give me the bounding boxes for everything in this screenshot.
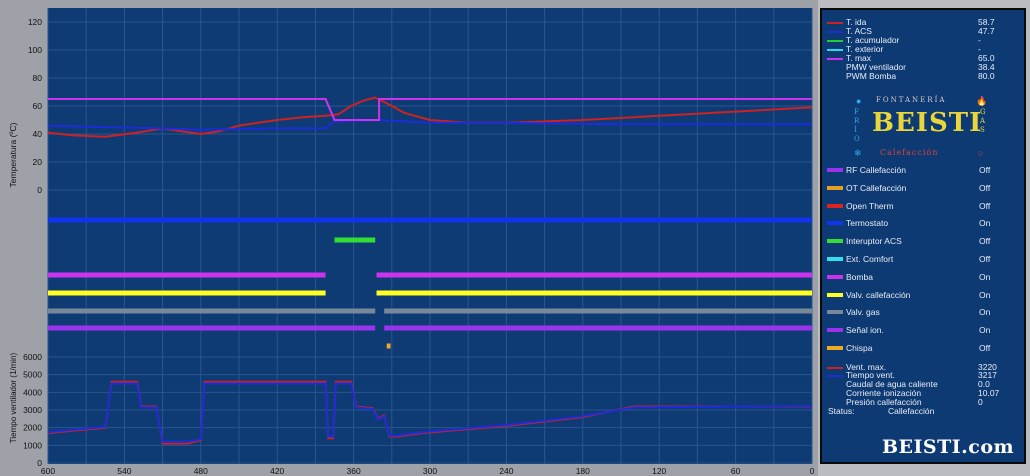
- logo-main-text: BEISTI: [872, 108, 983, 138]
- logo-bottom-text: Calefacción: [880, 148, 939, 157]
- logo-top-text: FONTANERÍA: [876, 96, 947, 104]
- vent-max-swatch: [827, 367, 843, 369]
- drop-icon: ●: [856, 96, 862, 106]
- fan-tick-label: 5000: [23, 370, 42, 380]
- legend-swatch: [827, 49, 843, 51]
- digital-value: On: [979, 325, 991, 336]
- tiempo-vent-swatch: [827, 375, 843, 377]
- temperature-tick-label: 60: [33, 101, 43, 111]
- temperature-tick-label: 20: [33, 157, 43, 167]
- digital-bar-interuptor-acs: [334, 237, 376, 243]
- digital-bar-valv-callefacci-n: [376, 290, 812, 296]
- digital-swatch: [827, 257, 843, 261]
- digital-swatch: [827, 203, 843, 208]
- digital-value: Off: [979, 236, 991, 247]
- digital-label: Open Therm: [846, 200, 894, 211]
- digital-swatch: [827, 346, 843, 350]
- fan-tick-label: 6000: [23, 352, 42, 362]
- digital-bar-valv-gas: [384, 308, 812, 314]
- digital-value: Off: [979, 182, 991, 193]
- logo-right-text: GAS: [980, 108, 986, 134]
- legend-swatch: [827, 58, 843, 60]
- digital-bar-valv-callefacci-n: [48, 290, 326, 296]
- temperature-tick-label: 100: [28, 45, 42, 55]
- legend-swatch: [827, 31, 843, 33]
- digital-bar-se-al-ion-: [48, 325, 376, 331]
- digital-label: Ext. Comfort: [846, 254, 894, 264]
- digital-swatch: [827, 239, 843, 244]
- x-tick-label: 360: [347, 466, 361, 476]
- legend-swatch: [827, 40, 843, 42]
- temperature-tick-label: 120: [28, 17, 42, 27]
- sun-icon: ○: [978, 148, 984, 158]
- legend-panel: T. ida 58.7 T. ACS 47.7 T. acumulador - T. ext…: [820, 8, 1026, 464]
- digital-value: Off: [979, 254, 991, 264]
- digital-label: RF Callefacción: [846, 165, 906, 175]
- x-tick-label: 600: [41, 466, 55, 476]
- digital-bar-se-al-ion-: [384, 325, 812, 331]
- digital-swatch: [827, 292, 843, 297]
- digital-bar-valv-gas: [48, 308, 376, 314]
- temperature-axis-label: Temperatura (ºC): [8, 122, 18, 187]
- x-tick-label: 0: [810, 466, 815, 476]
- digital-swatch: [827, 185, 843, 190]
- x-tick-label: 300: [423, 466, 437, 476]
- x-tick-label: 540: [117, 466, 131, 476]
- fan-tick-label: 4000: [23, 387, 42, 397]
- legend-label: PWM Bomba: [846, 71, 897, 81]
- digital-swatch: [827, 328, 843, 333]
- status-label: Status:: [828, 406, 855, 416]
- digital-label: Termostato: [846, 218, 889, 229]
- digital-label: Señal ion.: [846, 325, 884, 336]
- digital-swatch: [827, 274, 843, 279]
- legend-value: 80.0: [978, 71, 995, 81]
- digital-value: Off: [979, 200, 991, 211]
- beisti-logo: FONTANERÍA FRÍO BEISTI GAS Calefacción 🔥…: [852, 94, 992, 164]
- digital-swatch: [827, 310, 843, 315]
- digital-label: OT Callefacción: [846, 182, 907, 193]
- digital-bar-bomba: [48, 272, 326, 278]
- x-tick-label: 120: [652, 466, 666, 476]
- digital-swatch: [827, 168, 843, 172]
- digital-swatch: [827, 221, 843, 226]
- presion-value: 0: [978, 397, 983, 407]
- snowflake-icon: ❄: [854, 148, 862, 158]
- chart-panel: Temperatura (ºC) Tiempo ventilador (1/mi…: [0, 0, 818, 476]
- digital-bar-chispa: [386, 343, 391, 349]
- status-value: Callefacción: [888, 406, 935, 416]
- temperature-tick-label: 80: [33, 73, 43, 83]
- digital-bar-termostato: [48, 217, 812, 223]
- digital-value: Off: [979, 165, 991, 175]
- temperature-tick-label: 0: [37, 185, 42, 195]
- brand-text: BEISTI.com: [882, 436, 1015, 458]
- digital-label: Valv. gas: [846, 307, 880, 318]
- digital-bar-bomba: [376, 272, 812, 278]
- x-tick-label: 480: [194, 466, 208, 476]
- x-tick-label: 420: [270, 466, 284, 476]
- fan-tick-label: 3000: [23, 405, 42, 415]
- flame-icon: 🔥: [976, 96, 988, 106]
- digital-label: Interuptor ACS: [846, 236, 902, 247]
- fan-tick-label: 2000: [23, 423, 42, 433]
- digital-value: Off: [979, 343, 991, 353]
- logo-left-text: FRÍO: [854, 108, 860, 143]
- digital-value: On: [979, 289, 991, 300]
- digital-value: On: [979, 271, 991, 282]
- chart-svg: Temperatura (ºC) Tiempo ventilador (1/mi…: [8, 8, 815, 476]
- digital-label: Chispa: [846, 343, 873, 353]
- fan-axis-label: Tiempo ventilador (1/min): [9, 352, 18, 443]
- temperature-tick-label: 40: [33, 129, 43, 139]
- fan-tick-label: 1000: [23, 440, 42, 450]
- digital-label: Valv. callefacción: [846, 289, 911, 300]
- digital-value: On: [979, 307, 991, 318]
- x-tick-label: 180: [576, 466, 590, 476]
- digital-value: On: [979, 218, 991, 229]
- x-tick-label: 60: [731, 466, 741, 476]
- legend-swatch: [827, 22, 843, 24]
- digital-label: Bomba: [846, 271, 873, 282]
- x-tick-label: 240: [499, 466, 513, 476]
